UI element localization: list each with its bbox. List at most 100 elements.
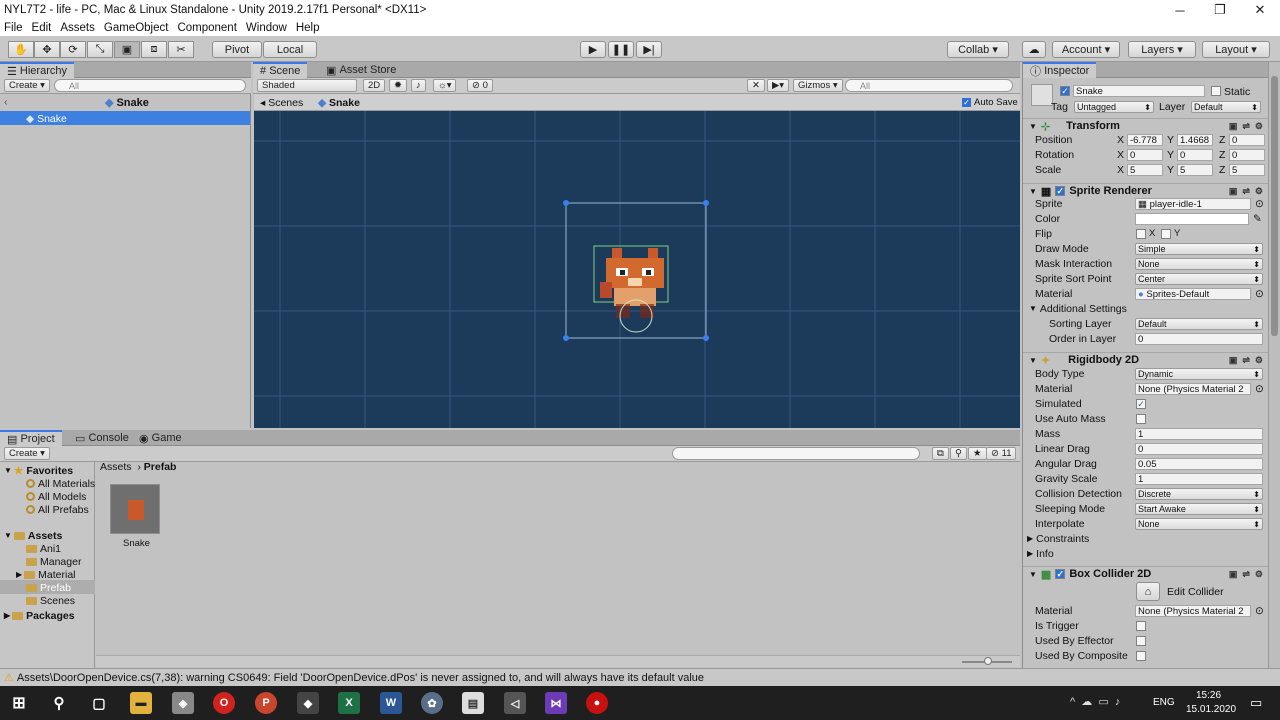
layer-dropdown[interactable]: Default [1191,101,1261,113]
component-header-icons[interactable]: ▣ ⇌ ⚙ [1229,569,1263,580]
favorite-star-icon[interactable]: ★ [968,447,987,460]
clock-time[interactable]: 15:26 [1196,690,1221,701]
sprite-sort-point-dropdown[interactable]: Center [1135,273,1263,285]
draw-mode-dropdown[interactable]: Simple [1135,243,1263,255]
tab-console[interactable]: ▭ Console [68,430,136,446]
rotate-tool-icon[interactable]: ⟳ [60,41,86,58]
menu-assets[interactable]: Assets [60,22,95,34]
menu-help[interactable]: Help [296,22,320,34]
sprite-field[interactable]: ▦ player-idle-1 [1135,198,1251,210]
static-checkbox[interactable] [1211,86,1221,96]
breadcrumb-assets[interactable]: Assets [100,461,132,473]
local-button[interactable]: Local [263,41,317,58]
packages-section[interactable]: ▶ Packages [4,609,75,622]
visual-studio-icon[interactable]: ⋈ [545,692,567,714]
object-picker-icon[interactable]: ⊙ [1255,197,1264,210]
tab-asset-store[interactable]: ▣ Asset Store [319,62,403,78]
layout-dropdown[interactable]: Layout ▾ [1202,41,1270,58]
angular-drag-field[interactable]: 0.05 [1135,458,1263,470]
menu-component[interactable]: Component [177,22,236,34]
edit-collider-icon[interactable]: ⌂ [1136,582,1160,601]
filter-type-icon[interactable]: ⧉ [932,447,949,460]
account-dropdown[interactable]: Account ▾ [1052,41,1120,58]
unity-icon[interactable]: ◁ [504,692,526,714]
position-x-field[interactable]: -6.778 [1127,134,1163,146]
back-arrow-icon[interactable]: ‹ [4,95,8,108]
hierarchy-search-input[interactable]: All [54,79,246,92]
search-icon[interactable]: ⚲ [48,692,70,714]
mass-field[interactable]: 1 [1135,428,1263,440]
folder-ani1[interactable]: Ani1 [26,542,61,555]
sorting-layer-dropdown[interactable]: Default [1135,318,1263,330]
transform-tool-icon[interactable]: ⧈ [141,41,167,58]
unity-hub-icon[interactable]: ◆ [297,692,319,714]
custom-tool-icon[interactable]: ✂ [168,41,194,58]
active-checkbox[interactable]: ✓ [1060,86,1070,96]
move-tool-icon[interactable]: ✥ [34,41,60,58]
step-button[interactable]: ▶| [636,41,662,58]
position-y-field[interactable]: 1.4668 [1177,134,1213,146]
mask-interaction-dropdown[interactable]: None [1135,258,1263,270]
scene-search-input[interactable]: All [845,79,1013,92]
gizmos-dropdown[interactable]: Gizmos ▾ [793,79,843,92]
tab-scene[interactable]: # Scene [253,62,308,78]
tab-hierarchy[interactable]: ☰ Hierarchy [0,62,74,78]
used-by-effector-checkbox[interactable] [1136,636,1146,646]
flip-y-checkbox[interactable] [1161,229,1171,239]
collab-button[interactable]: Collab ▾ [947,41,1009,58]
cloud-icon[interactable]: ☁ [1022,41,1046,58]
eyedropper-icon[interactable]: ✎ [1253,212,1262,225]
menu-file[interactable]: File [4,22,23,34]
folder-prefab[interactable]: Prefab [26,581,71,594]
is-trigger-checkbox[interactable] [1136,621,1146,631]
object-picker-icon[interactable]: ⊙ [1255,604,1264,617]
lighting-icon[interactable]: ✹ [389,79,407,92]
snake-sprite-gizmo[interactable] [554,196,714,346]
scale-tool-icon[interactable]: ⤡ [87,41,113,58]
play-button[interactable]: ▶ [580,41,606,58]
object-name-field[interactable]: Snake [1073,85,1205,97]
rotation-y-field[interactable]: 0 [1177,149,1213,161]
hidden-objects-toggle[interactable]: ⊘ 0 [467,79,493,92]
inspector-scrollbar[interactable] [1268,62,1280,668]
box-collider-header[interactable]: ▼ ▩ ✓ Box Collider 2D ▣ ⇌ ⚙ [1023,566,1269,581]
box-collider-enabled-checkbox[interactable]: ✓ [1055,569,1066,579]
component-header-icons[interactable]: ▣ ⇌ ⚙ [1229,186,1263,197]
sprite-renderer-enabled-checkbox[interactable]: ✓ [1055,186,1066,196]
project-create-button[interactable]: Create ▾ [4,447,50,460]
hierarchy-create-button[interactable]: Create ▾ [4,79,50,92]
favorites-section[interactable]: ▼ ★ Favorites [4,464,73,477]
document-icon[interactable]: ▤ [462,692,484,714]
hierarchy-item-snake[interactable]: ◆ Snake [26,112,67,125]
sleeping-mode-dropdown[interactable]: Start Awake [1135,503,1263,515]
scrollbar-thumb[interactable] [1271,76,1278,336]
material-field[interactable]: ● Sprites-Default [1135,288,1251,300]
scale-x-field[interactable]: 5 [1127,164,1163,176]
scale-z-field[interactable]: 5 [1229,164,1265,176]
object-picker-icon[interactable]: ⊙ [1255,287,1264,300]
snake-breadcrumb[interactable]: ◆ Snake [318,96,360,109]
bc-material-field[interactable]: None (Physics Material 2 [1135,605,1251,617]
folder-manager[interactable]: Manager [26,555,81,568]
tools-icon[interactable]: ✕ [747,79,765,92]
menu-edit[interactable]: Edit [32,22,52,34]
simulated-checkbox[interactable]: ✓ [1136,399,1146,409]
tab-inspector[interactable]: ⓘ Inspector [1023,62,1097,78]
app-icon[interactable]: ◈ [172,692,194,714]
word-icon[interactable]: W [380,692,402,714]
app-icon[interactable]: ✿ [421,692,443,714]
sprite-renderer-header[interactable]: ▼ ▦ ✓ Sprite Renderer ▣ ⇌ ⚙ [1023,183,1269,198]
rb-material-field[interactable]: None (Physics Material 2 [1135,383,1251,395]
pivot-button[interactable]: Pivot [212,41,262,58]
zoom-slider-handle[interactable] [984,657,992,665]
component-header-icons[interactable]: ▣ ⇌ ⚙ [1229,355,1263,366]
auto-save-toggle[interactable]: ✓ Auto Save [962,96,1018,109]
position-z-field[interactable]: 0 [1229,134,1265,146]
menu-window[interactable]: Window [246,22,287,34]
linear-drag-field[interactable]: 0 [1135,443,1263,455]
tray-icons[interactable]: ^ ☁ ▭ ♪ [1070,695,1120,708]
hand-tool-icon[interactable]: ✋ [8,41,34,58]
color-swatch[interactable] [1135,213,1249,225]
fav-all-prefabs[interactable]: All Prefabs [26,503,89,516]
minimize-button[interactable]: ─ [1160,0,1200,20]
